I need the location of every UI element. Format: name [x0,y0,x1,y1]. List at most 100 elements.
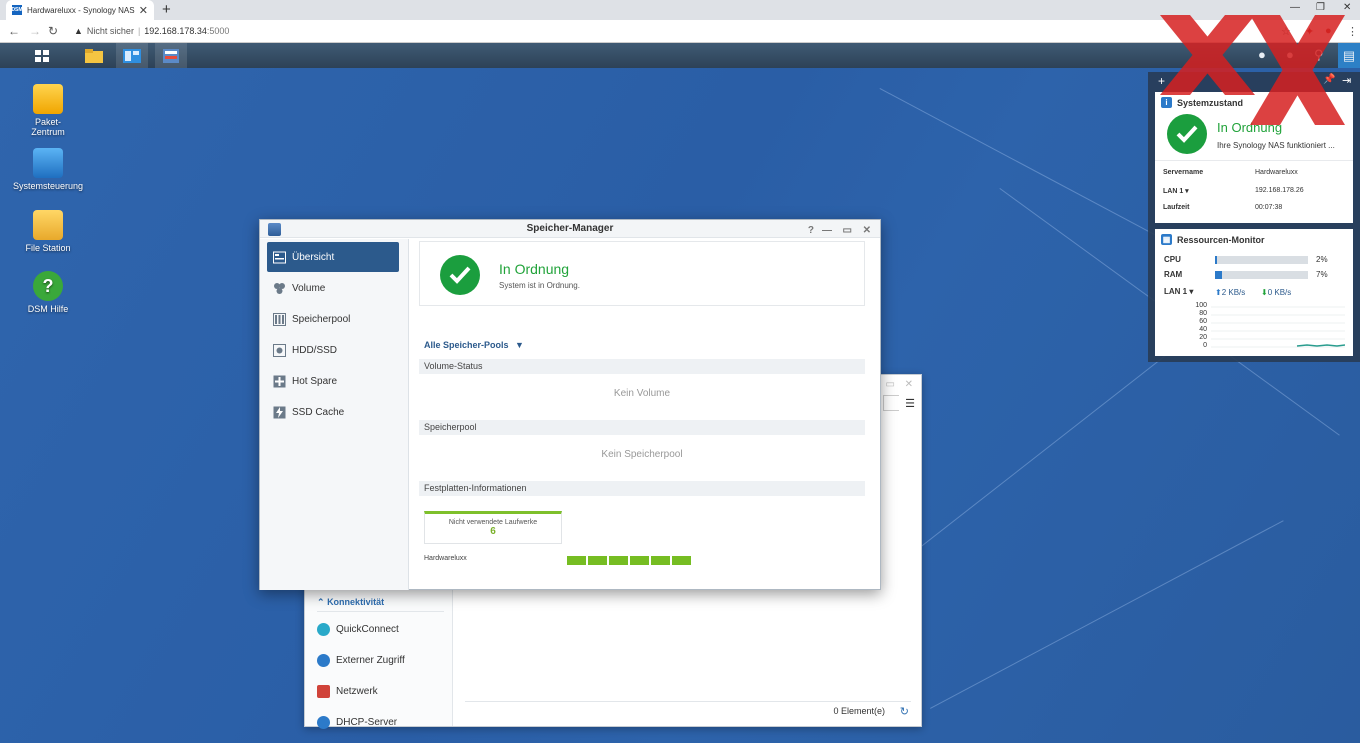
taskbar-storage-manager[interactable] [155,43,187,68]
maximize-icon[interactable]: ▭ [843,222,852,240]
control-panel-icon [33,148,63,178]
sidebar-item-network[interactable]: Netzwerk [317,685,378,698]
search-input[interactable] [883,395,899,411]
widgets-toggle-icon[interactable]: ▤ [1338,43,1360,68]
security-label: Nicht sicher [86,26,134,36]
window-title: Speicher-Manager [526,223,614,234]
list-view-icon[interactable]: ☰ [905,397,915,410]
pool-header: Speicherpool [419,420,865,435]
main-menu-button[interactable] [26,43,58,68]
extension-icon-2[interactable]: ● [1325,25,1332,37]
y-tick: 20 [1199,334,1207,341]
sidebar-item-label: HDD/SSD [292,344,338,356]
chevron-up-icon: ⌃ [317,597,325,607]
taskbar-control-panel[interactable] [116,43,148,68]
sidebar-item-quickconnect[interactable]: QuickConnect [317,623,399,636]
close-icon[interactable]: ✕ [905,379,913,390]
reload-icon[interactable]: ↻ [48,24,58,38]
url-port: :5000 [206,26,230,36]
minimize-icon[interactable]: — [822,222,832,240]
pin-icon[interactable]: 📌 [1323,74,1335,85]
status-title: In Ordnung [499,261,570,277]
tab-close-icon[interactable]: ✕ [139,4,148,17]
forward-icon[interactable]: → [29,24,41,38]
widget-title: Systemzustand [1177,97,1244,108]
sidebar-item-ssd-cache[interactable]: SSD Cache [267,397,399,427]
desktop-icon-control-panel[interactable]: Systemsteuerung [8,148,88,191]
status-subtitle: System ist in Ordnung. [499,281,580,290]
disk-slot[interactable] [630,556,649,565]
dhcp-icon [317,716,330,729]
new-tab-button[interactable]: + [162,1,171,18]
help-icon[interactable]: ? [808,222,814,240]
y-tick: 60 [1199,318,1207,325]
y-tick: 0 [1203,342,1207,349]
taskbar-file-station[interactable] [78,43,110,68]
health-key: Laufzeit [1163,204,1190,211]
collapse-icon[interactable]: ⇥ [1342,74,1351,87]
tab-title: Hardwareluxx - Synology NAS [27,5,135,15]
browser-menu-icon[interactable]: ⋮ [1347,25,1358,38]
storage-manager-icon [163,48,179,63]
user-icon[interactable]: ● [1286,47,1294,62]
url-field[interactable]: ▲ Nicht sicher | 192.168.178.34:5000 [74,26,229,36]
resource-monitor-widget: ▦ Ressourcen-Monitor CPU 2% RAM 7% LAN 1… [1155,229,1353,356]
disk-info-header: Festplatten-Informationen [419,481,865,496]
upload-rate: ⬆2 KB/s [1215,288,1245,297]
sidebar-item-label: Übersicht [292,251,335,263]
sidebar-item-dhcp[interactable]: DHCP-Server [317,716,397,729]
notifications-icon[interactable]: ● [1258,47,1266,62]
add-widget-icon[interactable]: + [1158,74,1165,88]
url-host: 192.168.178.34 [144,26,207,36]
desktop-icon-file-station[interactable]: File Station [8,210,88,253]
network-graph [1211,306,1345,348]
disk-slot[interactable] [567,556,586,565]
ram-bar-fill [1215,271,1222,279]
warning-icon: ▲ [74,26,83,36]
back-icon[interactable]: ← [8,24,20,38]
window-titlebar[interactable]: Speicher-Manager ? — ▭ ✕ [260,220,880,238]
sidebar-item-external-access[interactable]: Externer Zugriff [317,654,405,667]
desktop-icon-package-center[interactable]: Paket-Zentrum [8,84,88,137]
disk-slot[interactable] [588,556,607,565]
disk-slot[interactable] [672,556,691,565]
health-key-lan[interactable]: LAN 1 ▾ [1163,187,1189,195]
browser-tab[interactable]: DSM Hardwareluxx - Synology NAS ✕ [6,0,154,20]
pool-empty-text: Kein Speicherpool [601,449,683,460]
search-icon[interactable]: ⚲ [1314,47,1324,63]
ram-value: 7% [1316,270,1328,279]
desktop-icon-dsm-help[interactable]: ? DSM Hilfe [8,271,88,314]
network-icon [317,685,330,698]
storage-overview: In Ordnung System ist in Ordnung. Alle S… [410,239,880,589]
unused-drives-card[interactable]: Nicht verwendete Laufwerke 6 [424,511,562,544]
help-icon: ? [33,271,63,301]
favicon-icon: DSM [11,5,23,15]
sidebar-item-hot-spare[interactable]: Hot Spare [267,366,399,396]
ram-bar [1215,271,1308,279]
close-window-icon[interactable]: ✕ [1343,2,1351,13]
disk-slot[interactable] [609,556,628,565]
refresh-icon[interactable]: ↻ [900,705,909,718]
disk-slot[interactable] [651,556,670,565]
disk-slots [567,556,691,565]
bookmark-star-icon[interactable]: ☆ [1281,25,1291,38]
maximize-icon[interactable]: ▭ [886,379,895,390]
maximize-window-icon[interactable]: ❐ [1316,2,1325,13]
hot-spare-icon [273,375,286,387]
sidebar-item-hdd-ssd[interactable]: HDD/SSD [267,335,399,365]
sidebar-item-volume[interactable]: Volume [267,273,399,303]
extension-icon[interactable]: ✦ [1305,25,1314,38]
sidebar-item-storage-pool[interactable]: Speicherpool [267,304,399,334]
pool-selector[interactable]: Alle Speicher-Pools ▼ [424,340,524,350]
download-value: 0 KB/s [1267,288,1292,297]
disk-icon [273,343,286,357]
minimize-window-icon[interactable]: — [1290,2,1300,13]
section-connectivity[interactable]: ⌃ Konnektivität [317,597,384,608]
sidebar-item-label: QuickConnect [336,624,399,635]
lan-selector[interactable]: LAN 1 ▾ [1164,287,1193,296]
quickconnect-icon [317,623,330,636]
arrow-up-icon: ⬆ [1215,288,1222,297]
sidebar-item-overview[interactable]: Übersicht [267,242,399,272]
close-icon[interactable]: ✕ [863,222,871,240]
storage-pool-icon [273,312,286,326]
